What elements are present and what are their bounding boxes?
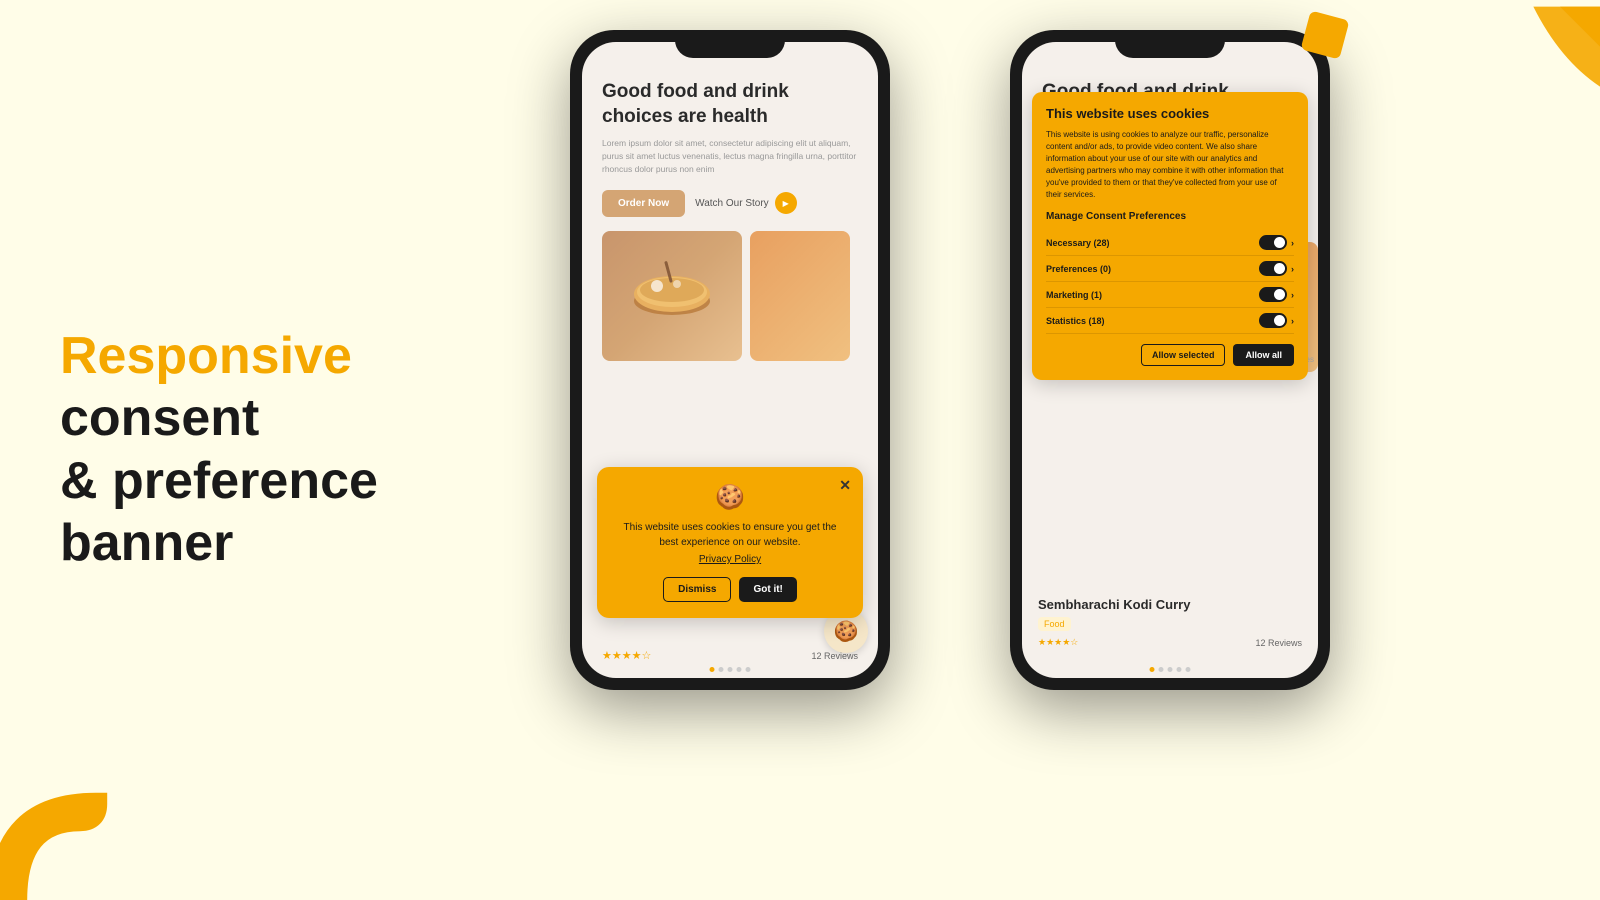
dismiss-button[interactable]: Dismiss [663,577,731,602]
chevron-preferences: › [1291,264,1294,274]
dot-5 [746,667,751,672]
phone2-dot-4 [1177,667,1182,672]
consent-manage-label: Manage Consent Preferences [1046,211,1294,222]
phone2-wrapper: Good food and drink choices are health L… [1010,30,1330,690]
dot-4 [737,667,742,672]
phone1-buttons: Order Now Watch Our Story ▶ [602,190,858,217]
phone1-dots [710,667,751,672]
phone2-dot-2 [1159,667,1164,672]
dot-2 [719,667,724,672]
consent-label-preferences: Preferences (0) [1046,264,1111,274]
soup-illustration [602,231,742,361]
toggle-statistics[interactable] [1259,313,1287,328]
dot-1 [710,667,715,672]
phone2-stars: ★★★★☆ [1038,637,1078,648]
phone2-dot-5 [1186,667,1191,672]
consent-row-statistics: Statistics (18) › [1046,308,1294,334]
heading-consent: consent [60,390,259,448]
consent-panel: This website uses cookies This website i… [1032,92,1308,380]
gotit-button[interactable]: Got it! [739,577,796,602]
privacy-policy-link[interactable]: Privacy Policy [613,554,847,565]
dot-3 [728,667,733,672]
soup-svg [622,256,722,336]
consent-buttons: Allow selected Allow all [1046,344,1294,366]
phone2-reviews: 12 Reviews [1255,638,1302,648]
food-image-main [602,231,742,361]
consent-toggle-marketing: › [1259,287,1294,302]
phone2-dot-1 [1150,667,1155,672]
heading-responsive: Responsive [60,327,352,385]
phone2-notch [1115,30,1225,58]
consent-row-preferences: Preferences (0) › [1046,256,1294,282]
consent-toggle-necessary: › [1259,235,1294,250]
chevron-necessary: › [1291,238,1294,248]
phone2: Good food and drink choices are health L… [1010,30,1330,690]
toggle-necessary[interactable] [1259,235,1287,250]
phone1-heading: Good food and drink choices are health [602,80,858,129]
cookie-actions: Dismiss Got it! [613,577,847,602]
consent-title: This website uses cookies [1046,106,1294,121]
phone1-stars: ★★★★☆ [602,649,651,662]
play-icon: ▶ [775,192,797,214]
phone2-dot-3 [1168,667,1173,672]
phone1-screen: Good food and drink choices are health L… [582,42,878,678]
food-image-secondary [750,231,850,361]
toggle-preferences[interactable] [1259,261,1287,276]
deco-top-right [1480,0,1600,120]
heading-preference: & preference banner [60,450,540,575]
consent-row-necessary: Necessary (28) › [1046,230,1294,256]
phone2-food-section: Sembharachi Kodi Curry Food ★★★★☆ 12 Rev… [1038,597,1302,648]
left-section: Responsive consent & preference banner [60,325,540,575]
allow-selected-button[interactable]: Allow selected [1141,344,1226,366]
consent-description: This website is using cookies to analyze… [1046,129,1294,201]
consent-label-marketing: Marketing (1) [1046,290,1102,300]
cookie-banner: ✕ 🍪 This website uses cookies to ensure … [597,467,863,618]
toggle-marketing[interactable] [1259,287,1287,302]
consent-toggle-preferences: › [1259,261,1294,276]
phone1-bottom: ★★★★☆ 12 Reviews [602,649,858,662]
allow-all-button[interactable]: Allow all [1233,344,1294,366]
phone1: Good food and drink choices are health L… [570,30,890,690]
chevron-statistics: › [1291,316,1294,326]
phone1-images [602,231,858,361]
cookie-close-button[interactable]: ✕ [839,477,851,494]
phone1-wrapper: Good food and drink choices are health L… [570,30,890,690]
phone2-screen: Good food and drink choices are health L… [1022,42,1318,678]
cookie-icon: 🍪 [613,483,847,512]
consent-row-marketing: Marketing (1) › [1046,282,1294,308]
deco-bottom-left [0,740,160,900]
phone2-dots [1150,667,1191,672]
phone2-food-tag: Food [1038,617,1071,631]
watch-story-button[interactable]: Watch Our Story ▶ [695,192,797,214]
phone2-food-title: Sembharachi Kodi Curry [1038,597,1302,612]
order-now-button[interactable]: Order Now [602,190,685,217]
phone1-notch [675,30,785,58]
chevron-marketing: › [1291,290,1294,300]
phone1-lorem: Lorem ipsum dolor sit amet, consectetur … [602,137,858,175]
consent-toggle-statistics: › [1259,313,1294,328]
consent-label-statistics: Statistics (18) [1046,316,1105,326]
consent-label-necessary: Necessary (28) [1046,238,1110,248]
cookie-text: This website uses cookies to ensure you … [613,520,847,550]
